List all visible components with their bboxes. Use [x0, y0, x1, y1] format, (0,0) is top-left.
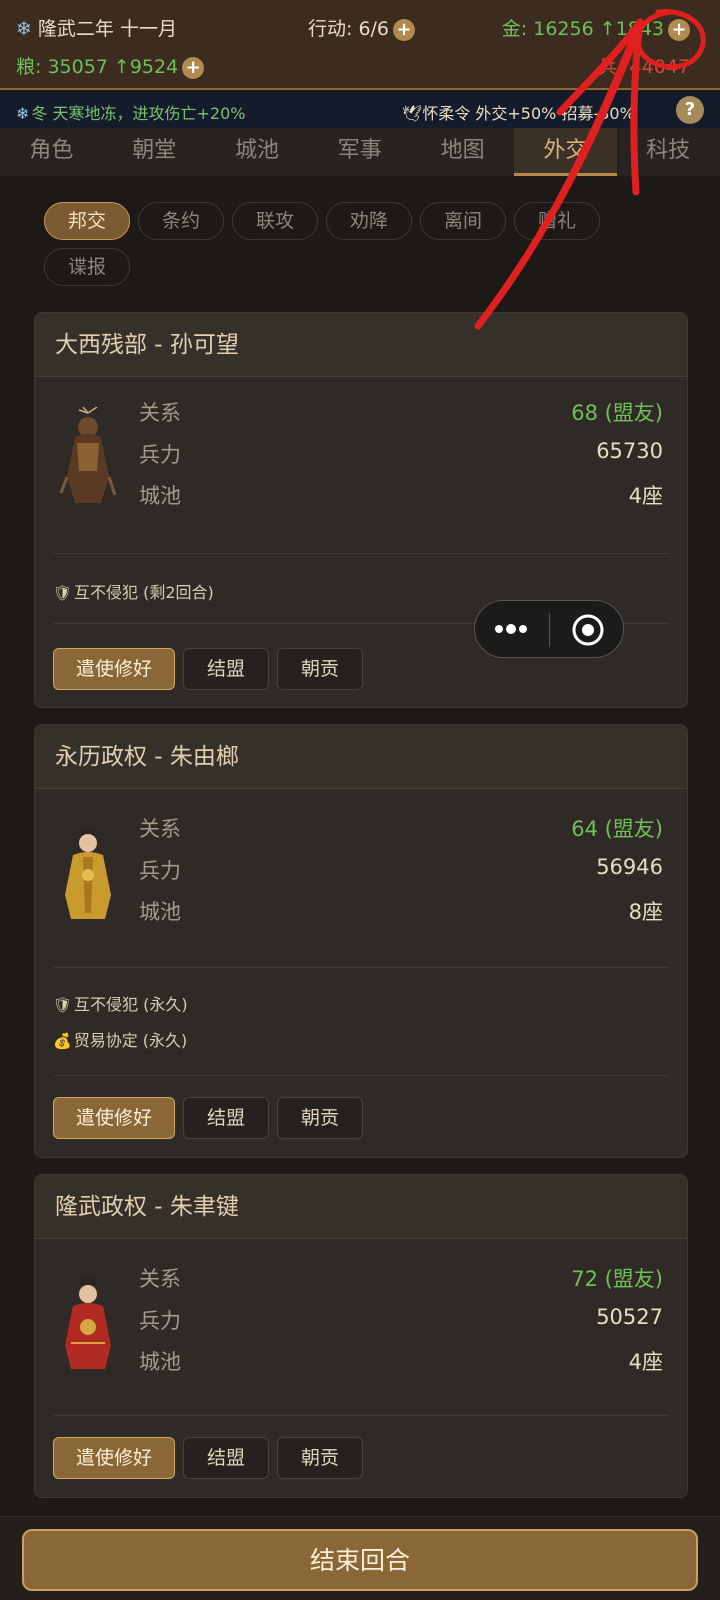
- dove-icon: 🕊: [402, 104, 423, 123]
- subtab-treaties[interactable]: 条约: [138, 202, 224, 240]
- treaty-status: 🛡 互不侵犯 (剩2回合): [53, 579, 214, 603]
- shield-icon: 🛡: [53, 584, 73, 602]
- relation-value: 64 (盟友): [571, 817, 663, 841]
- tribute-button[interactable]: 朝贡: [277, 1437, 363, 1479]
- divider: [53, 967, 669, 968]
- bottom-bar: 结束回合: [0, 1516, 720, 1600]
- relation-value: 68 (盟友): [571, 401, 663, 425]
- cities-label: 城池: [139, 900, 181, 924]
- cities-label: 城池: [139, 1350, 181, 1374]
- relation-value: 72 (盟友): [571, 1267, 663, 1291]
- tab-court[interactable]: 朝堂: [103, 128, 206, 176]
- treaty-label: 互不侵犯 (剩2回合): [74, 583, 214, 602]
- portrait-emperor: [53, 1273, 123, 1373]
- relation-label: 关系: [139, 401, 181, 425]
- money-bag-icon: 💰: [53, 1032, 72, 1050]
- tab-map[interactable]: 地图: [411, 128, 514, 176]
- troops-value: 50527: [596, 1305, 663, 1329]
- cities-value: 4座: [628, 484, 663, 508]
- portrait-warrior: [53, 406, 123, 507]
- policy-effect: 🕊怀柔令 外交+50% 招募-30%: [402, 100, 635, 124]
- faction-title: 隆武政权 - 朱聿键: [35, 1175, 687, 1239]
- treaty-status: 💰 贸易协定 (永久): [53, 1027, 187, 1051]
- help-button[interactable]: ?: [676, 96, 704, 124]
- divider: [53, 1075, 669, 1076]
- divider: [53, 553, 669, 554]
- subtab-espionage[interactable]: 谍报: [44, 248, 130, 286]
- divider: [53, 1415, 669, 1416]
- relation-label: 关系: [139, 1267, 181, 1291]
- add-grain-button[interactable]: +: [182, 56, 205, 79]
- tribute-button[interactable]: 朝贡: [277, 1097, 363, 1139]
- faction-card: 隆武政权 - 朱聿键 关系 72 (盟友) 兵力 50527 城池 4座 遣使修…: [34, 1174, 688, 1498]
- status-bar: ❄ 隆武二年 十一月 行动: 6/6 + 金: 16256 ↑1843 + 粮: 35…: [0, 0, 720, 90]
- troops-label: 兵力: [139, 1309, 181, 1333]
- shield-icon: 🛡: [53, 996, 73, 1014]
- subtab-joint-attack[interactable]: 联攻: [232, 202, 318, 240]
- portrait-emperor: [53, 823, 123, 923]
- date-display: ❄ 隆武二年 十一月: [16, 14, 177, 41]
- faction-card: 永历政权 - 朱由榔 关系 64 (盟友) 兵力 56946 城池 8座 🛡 互不…: [34, 724, 688, 1158]
- treaty-status: 🛡 互不侵犯 (永久): [53, 991, 188, 1015]
- add-actions-button[interactable]: +: [393, 18, 416, 41]
- snowflake-icon: ❄: [16, 104, 30, 123]
- subtab-sow-discord[interactable]: 离间: [420, 202, 506, 240]
- send-envoy-button[interactable]: 遣使修好: [53, 1437, 175, 1479]
- alliance-button[interactable]: 结盟: [183, 648, 269, 690]
- troops-display: 兵: 44047: [598, 56, 690, 78]
- cities-label: 城池: [139, 484, 181, 508]
- season-effect-label: 冬 天寒地冻，进攻伤亡+20%: [31, 104, 246, 123]
- treaty-label: 贸易协定 (永久): [73, 1031, 188, 1050]
- subtab-relations[interactable]: 邦交: [44, 202, 130, 240]
- more-options-icon[interactable]: [493, 614, 529, 644]
- actions-label: 行动: 6/6: [308, 18, 390, 40]
- troops-label: 兵力: [139, 443, 181, 467]
- end-turn-button[interactable]: 结束回合: [22, 1529, 698, 1591]
- grain-label: 粮: 35057 ↑9524: [16, 56, 179, 78]
- capsule-divider: [549, 613, 550, 647]
- subtab-persuade-surrender[interactable]: 劝降: [326, 202, 412, 240]
- gold-display: 金: 16256 ↑1843 +: [502, 14, 690, 41]
- grain-display: 粮: 35057 ↑9524 +: [16, 52, 205, 79]
- troops-value: 56946: [596, 855, 663, 879]
- tribute-button[interactable]: 朝贡: [277, 648, 363, 690]
- subtab-gifts[interactable]: 赠礼: [514, 202, 600, 240]
- tab-military[interactable]: 军事: [308, 128, 411, 176]
- mini-program-capsule: [474, 600, 624, 658]
- tab-diplomacy[interactable]: 外交: [513, 128, 617, 176]
- alliance-button[interactable]: 结盟: [183, 1437, 269, 1479]
- tab-character[interactable]: 角色: [0, 128, 103, 176]
- send-envoy-button[interactable]: 遣使修好: [53, 1097, 175, 1139]
- troops-label: 兵力: [139, 859, 181, 883]
- troops-value: 65730: [596, 439, 663, 463]
- cities-value: 8座: [628, 900, 663, 924]
- actions-display: 行动: 6/6 +: [308, 14, 416, 41]
- snowflake-icon: ❄: [16, 18, 32, 40]
- policy-effect-label: 怀柔令 外交+50% 招募-30%: [422, 104, 635, 123]
- faction-title: 永历政权 - 朱由榔: [35, 725, 687, 789]
- tab-technology[interactable]: 科技: [617, 128, 720, 176]
- faction-title: 大西残部 - 孙可望: [35, 313, 687, 377]
- tab-cities[interactable]: 城池: [206, 128, 309, 176]
- send-envoy-button[interactable]: 遣使修好: [53, 648, 175, 690]
- relation-label: 关系: [139, 817, 181, 841]
- add-gold-button[interactable]: +: [668, 18, 690, 41]
- close-target-icon[interactable]: [571, 613, 605, 647]
- date-label: 隆武二年 十一月: [37, 18, 177, 40]
- cities-value: 4座: [628, 1350, 663, 1374]
- alliance-button[interactable]: 结盟: [183, 1097, 269, 1139]
- season-effect: ❄ 冬 天寒地冻，进攻伤亡+20%: [16, 100, 245, 124]
- main-tabs: 角色 朝堂 城池 军事 地图 外交 科技: [0, 128, 720, 176]
- effects-bar: ❄ 冬 天寒地冻，进攻伤亡+20% 🕊怀柔令 外交+50% 招募-30% ?: [0, 92, 720, 128]
- treaty-label: 互不侵犯 (永久): [74, 995, 188, 1014]
- gold-label: 金: 16256 ↑1843: [501, 18, 664, 40]
